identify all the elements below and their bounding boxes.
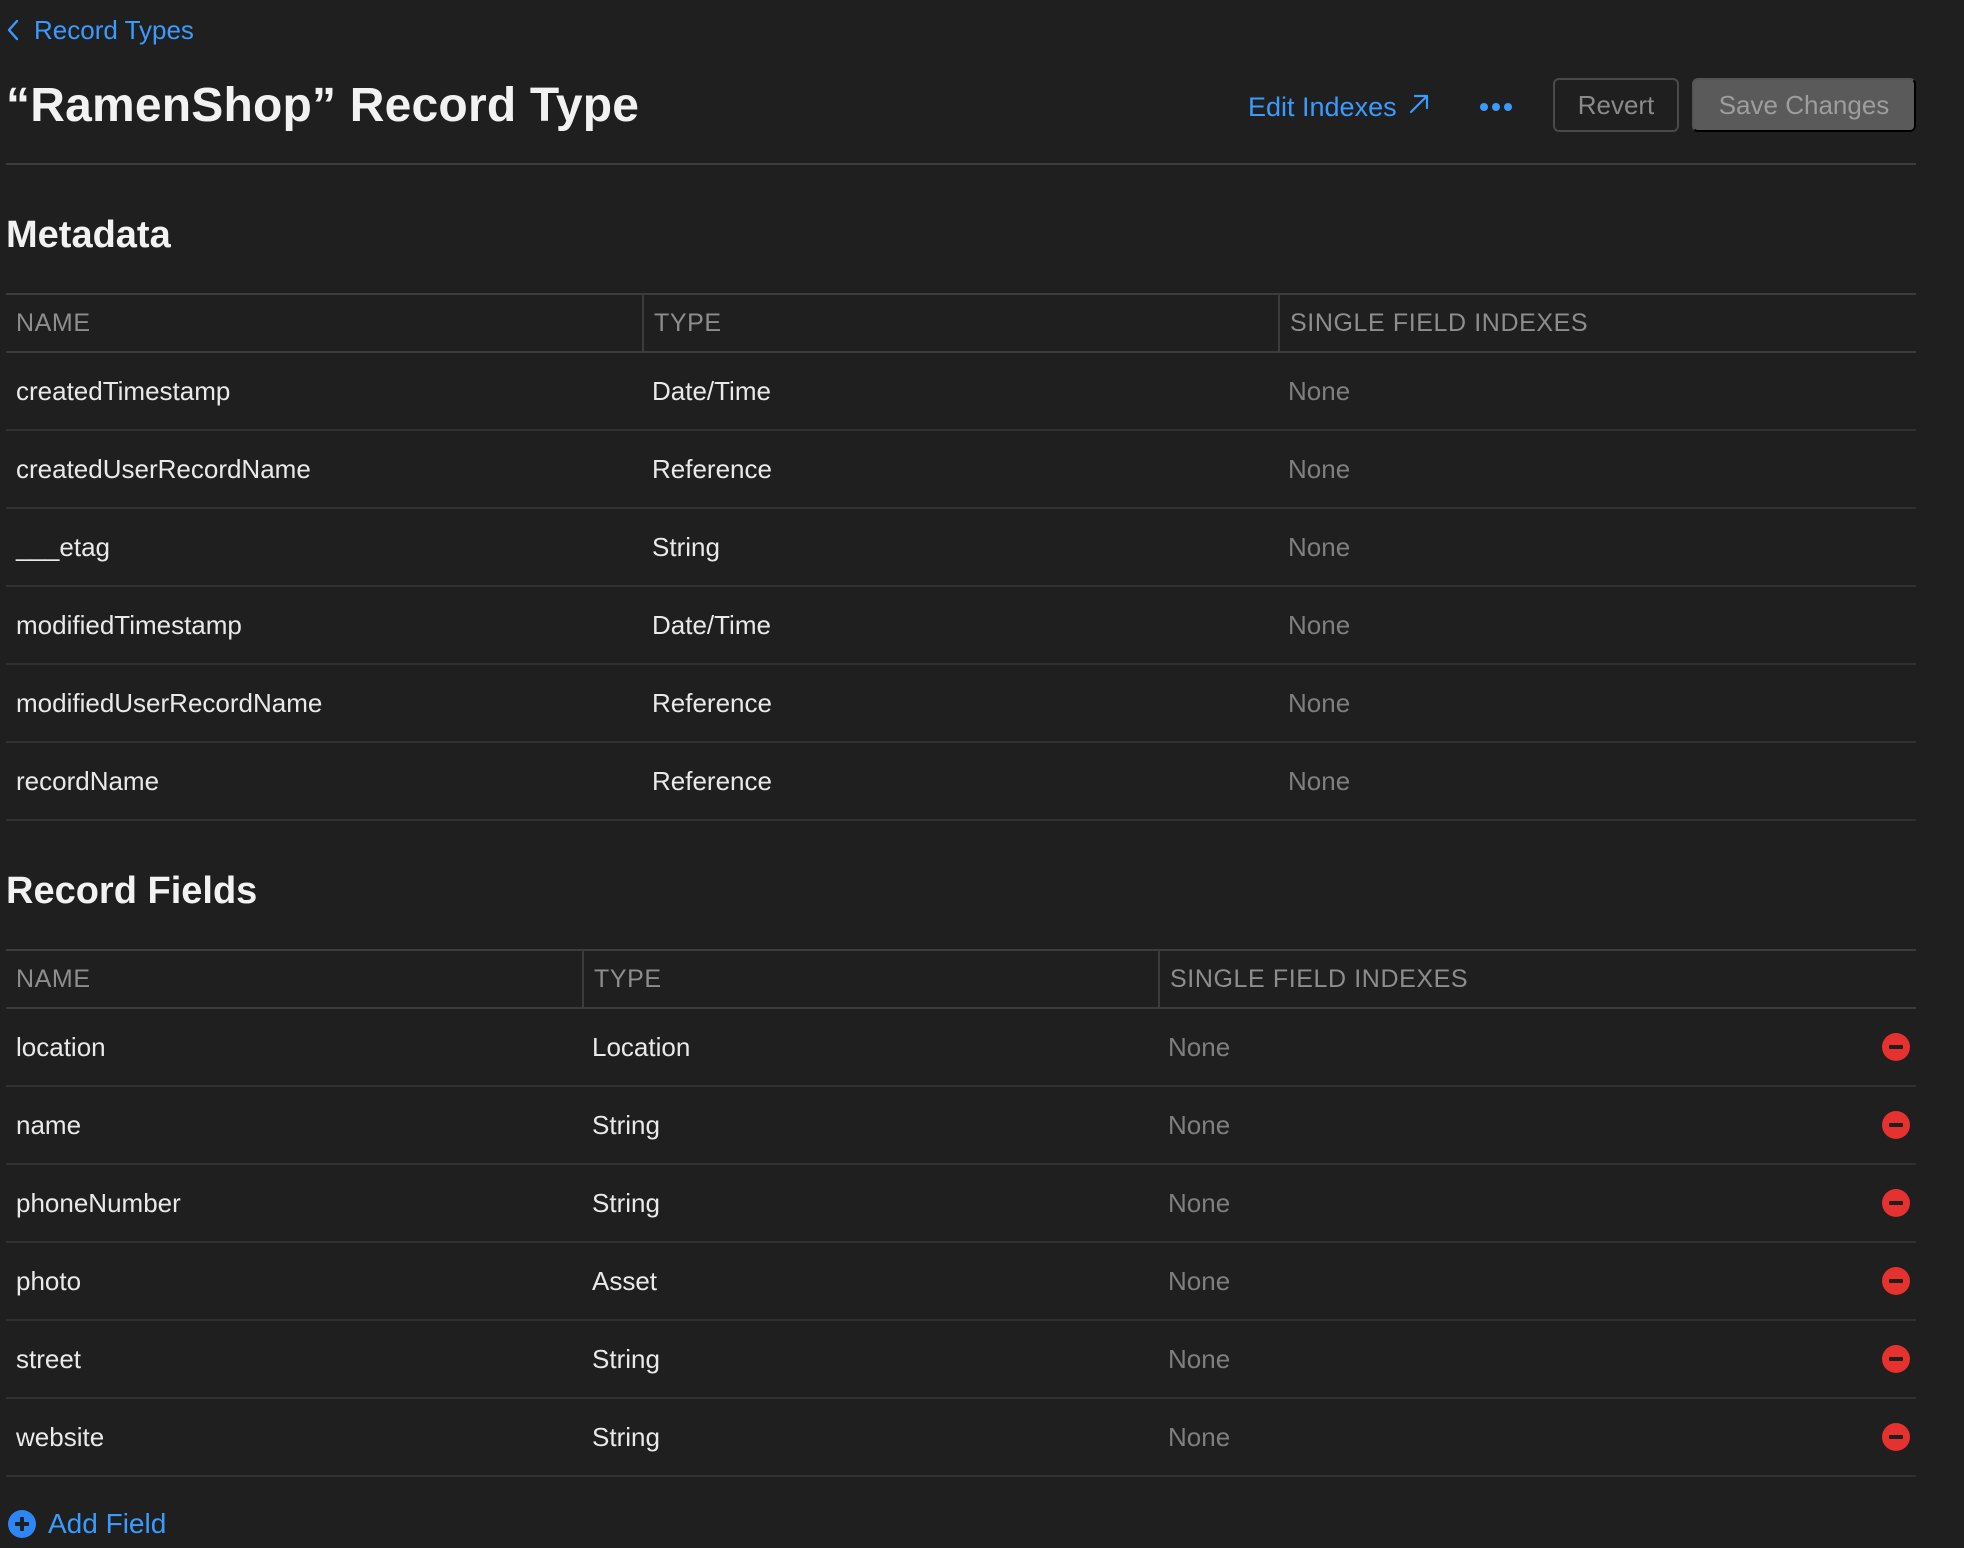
more-options-button[interactable]: [1476, 90, 1516, 126]
field-indexes: None: [1168, 1422, 1231, 1452]
ellipsis-icon: [1479, 99, 1513, 117]
field-name: photo: [16, 1266, 82, 1296]
edit-indexes-link[interactable]: Edit Indexes: [1248, 92, 1431, 123]
minus-circle-icon[interactable]: [1882, 1267, 1910, 1295]
plus-circle-icon: [8, 1510, 36, 1538]
field-name: location: [16, 1032, 106, 1062]
table-row[interactable]: createdUserRecordName Reference None: [6, 431, 1916, 509]
arrow-up-right-icon: [1407, 92, 1431, 123]
table-row[interactable]: location Location None: [6, 1009, 1916, 1087]
field-type: Reference: [652, 454, 772, 484]
table-row[interactable]: website String None: [6, 1399, 1916, 1477]
field-name: modifiedTimestamp: [16, 610, 242, 640]
table-row[interactable]: recordName Reference None: [6, 743, 1916, 821]
field-name: phoneNumber: [16, 1188, 181, 1218]
record-type-page: Record Types “RamenShop” Record Type Edi…: [0, 0, 1964, 1548]
breadcrumb-record-types[interactable]: Record Types: [6, 10, 194, 50]
column-header-indexes: SINGLE FIELD INDEXES: [1158, 951, 1916, 1007]
page-header: “RamenShop” Record Type Edit Indexes Rev…: [6, 72, 1916, 144]
field-indexes: None: [1288, 376, 1351, 406]
field-indexes: None: [1168, 1110, 1231, 1140]
field-indexes: None: [1168, 1344, 1231, 1374]
record-fields-table-header: NAME TYPE SINGLE FIELD INDEXES: [6, 949, 1916, 1009]
metadata-table: NAME TYPE SINGLE FIELD INDEXES createdTi…: [6, 293, 1916, 821]
field-name: createdUserRecordName: [16, 454, 311, 484]
field-indexes: None: [1168, 1188, 1231, 1218]
field-type: String: [652, 532, 720, 562]
header-divider: [6, 163, 1916, 165]
field-indexes: None: [1288, 610, 1351, 640]
field-name: ___etag: [16, 532, 110, 562]
field-name: street: [16, 1344, 82, 1374]
minus-circle-icon[interactable]: [1882, 1033, 1910, 1061]
table-row[interactable]: createdTimestamp Date/Time None: [6, 353, 1916, 431]
field-type: String: [592, 1422, 660, 1452]
table-row[interactable]: street String None: [6, 1321, 1916, 1399]
field-type: String: [592, 1110, 660, 1140]
metadata-section-title: Metadata: [6, 214, 171, 256]
table-row[interactable]: modifiedTimestamp Date/Time None: [6, 587, 1916, 665]
edit-indexes-label: Edit Indexes: [1248, 92, 1397, 122]
table-row[interactable]: modifiedUserRecordName Reference None: [6, 665, 1916, 743]
field-indexes: None: [1288, 532, 1351, 562]
field-type: Reference: [652, 688, 772, 718]
field-type: Date/Time: [652, 376, 771, 406]
add-field-label: Add Field: [48, 1508, 167, 1539]
column-header-type: TYPE: [582, 951, 1158, 1007]
save-changes-button[interactable]: Save Changes: [1692, 78, 1916, 132]
field-name: website: [16, 1422, 105, 1452]
minus-circle-icon[interactable]: [1882, 1345, 1910, 1373]
field-indexes: None: [1288, 454, 1351, 484]
record-fields-table: NAME TYPE SINGLE FIELD INDEXES location L…: [6, 949, 1916, 1477]
field-indexes: None: [1168, 1032, 1231, 1062]
minus-circle-icon[interactable]: [1882, 1423, 1910, 1451]
page-title: “RamenShop” Record Type: [6, 79, 640, 132]
field-type: Date/Time: [652, 610, 771, 640]
field-name: recordName: [16, 766, 160, 796]
field-type: Asset: [592, 1266, 658, 1296]
table-row[interactable]: name String None: [6, 1087, 1916, 1165]
revert-button[interactable]: Revert: [1553, 78, 1679, 132]
field-type: Reference: [652, 766, 772, 796]
breadcrumb-label: Record Types: [34, 14, 194, 45]
minus-circle-icon[interactable]: [1882, 1189, 1910, 1217]
column-header-name: NAME: [16, 309, 91, 337]
record-fields-section-title: Record Fields: [6, 870, 258, 912]
add-field-button[interactable]: Add Field: [8, 1508, 166, 1540]
column-header-type: TYPE: [642, 295, 1278, 351]
field-name: modifiedUserRecordName: [16, 688, 323, 718]
field-type: String: [592, 1344, 660, 1374]
column-header-name: NAME: [16, 965, 91, 993]
field-type: String: [592, 1188, 660, 1218]
table-row[interactable]: ___etag String None: [6, 509, 1916, 587]
field-name: name: [16, 1110, 82, 1140]
metadata-table-header: NAME TYPE SINGLE FIELD INDEXES: [6, 293, 1916, 353]
field-name: createdTimestamp: [16, 376, 231, 406]
minus-circle-icon[interactable]: [1882, 1111, 1910, 1139]
field-type: Location: [592, 1032, 691, 1062]
table-row[interactable]: photo Asset None: [6, 1243, 1916, 1321]
field-indexes: None: [1288, 688, 1351, 718]
chevron-left-icon: [6, 18, 20, 42]
column-header-indexes: SINGLE FIELD INDEXES: [1278, 295, 1916, 351]
field-indexes: None: [1168, 1266, 1231, 1296]
field-indexes: None: [1288, 766, 1351, 796]
table-row[interactable]: phoneNumber String None: [6, 1165, 1916, 1243]
